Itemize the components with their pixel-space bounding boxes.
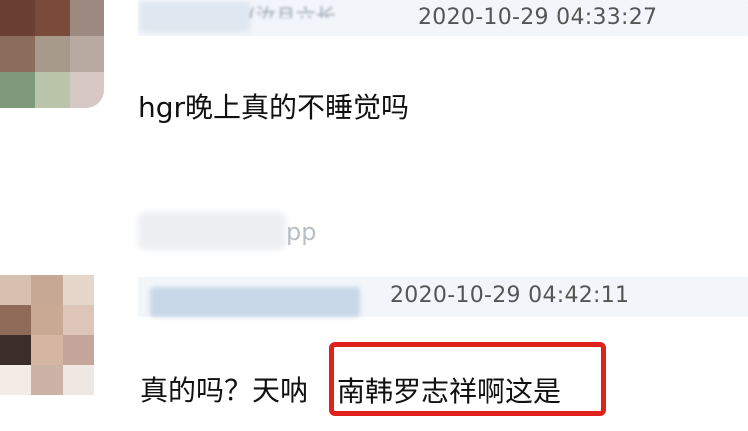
comment-timestamp: 2020-10-29 04:42:11	[390, 283, 630, 308]
source-redacted	[138, 212, 286, 250]
nickname-redacted[interactable]	[150, 287, 360, 317]
avatar[interactable]	[0, 0, 104, 108]
comment-text: 真的吗？天呐	[140, 374, 309, 407]
highlight-box	[329, 342, 606, 416]
avatar[interactable]	[0, 275, 94, 395]
comment-timestamp: 2020-10-29 04:33:27	[418, 5, 658, 30]
comment-text: hgr晚上真的不睡觉吗	[138, 91, 410, 124]
nickname[interactable]: (汝且六长	[248, 0, 388, 18]
source-suffix: pp	[286, 218, 317, 246]
nickname-redacted[interactable]	[140, 2, 250, 32]
comment-item: (汝且六长 2020-10-29 04:33:27 hgr晚上真的不睡觉吗	[0, 0, 748, 215]
